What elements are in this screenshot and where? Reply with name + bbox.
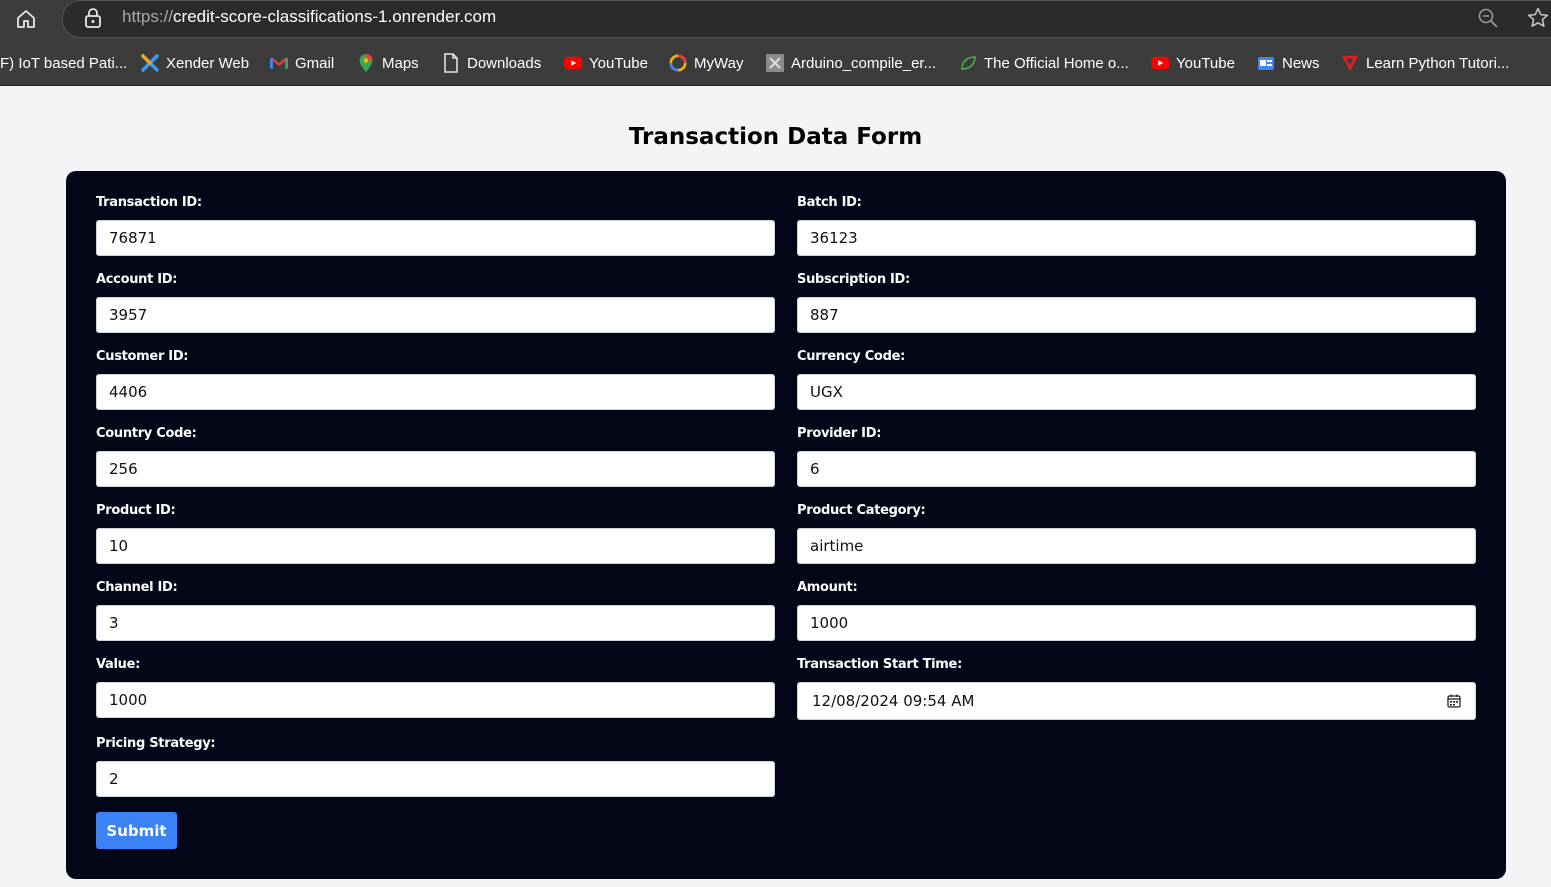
leaf-icon xyxy=(959,54,977,72)
pricing-strategy-input[interactable]: 2 xyxy=(96,761,775,797)
customer-id-input[interactable]: 4406 xyxy=(96,374,775,410)
product-category-input[interactable]: airtime xyxy=(797,528,1476,564)
xender-icon xyxy=(141,54,159,72)
bookmark-arduino[interactable]: Arduino_compile_er... xyxy=(766,41,936,85)
zoom-icon[interactable] xyxy=(1477,7,1499,29)
file-icon xyxy=(442,53,460,73)
product-id-label: Product ID: xyxy=(96,503,176,518)
bookmark-label: News xyxy=(1282,54,1320,72)
country-code-label: Country Code: xyxy=(96,426,197,441)
youtube-icon xyxy=(564,54,582,72)
bookmark-maps[interactable]: Maps xyxy=(357,41,419,85)
value-input[interactable]: 1000 xyxy=(96,682,775,718)
bookmark-gmail[interactable]: Gmail xyxy=(270,41,334,85)
amount-label: Amount: xyxy=(797,580,858,595)
batch-id-input[interactable]: 36123 xyxy=(797,220,1476,256)
bookmark-official-home[interactable]: The Official Home o... xyxy=(959,41,1129,85)
transaction-start-time-input[interactable]: 12/08/2024 09:54 AM xyxy=(797,682,1476,720)
customer-id-label: Customer ID: xyxy=(96,349,189,364)
account-id-input[interactable]: 3957 xyxy=(96,297,775,333)
channel-id-label: Channel ID: xyxy=(96,580,178,595)
lock-icon[interactable] xyxy=(82,7,104,29)
transaction-id-input[interactable]: 76871 xyxy=(96,220,775,256)
submit-button[interactable]: Submit xyxy=(96,812,177,849)
news-icon xyxy=(1257,54,1275,72)
bookmark-youtube-1[interactable]: YouTube xyxy=(564,41,648,85)
gmail-icon xyxy=(270,54,288,72)
pricing-strategy-label: Pricing Strategy: xyxy=(96,736,216,751)
account-id-label: Account ID: xyxy=(96,272,178,287)
country-code-input[interactable]: 256 xyxy=(96,451,775,487)
url-text[interactable]: https://credit-score-classifications-1.o… xyxy=(122,7,496,27)
currency-code-input[interactable]: UGX xyxy=(797,374,1476,410)
page-title: Transaction Data Form xyxy=(628,124,923,150)
product-category-label: Product Category: xyxy=(797,503,926,518)
bookmark-xender[interactable]: Xender Web xyxy=(141,41,249,85)
transaction-id-label: Transaction ID: xyxy=(96,195,202,210)
transaction-start-time-label: Transaction Start Time: xyxy=(797,657,962,672)
url-scheme: https:// xyxy=(122,7,174,26)
currency-code-label: Currency Code: xyxy=(797,349,905,364)
product-id-input[interactable]: 10 xyxy=(96,528,775,564)
subscription-id-input[interactable]: 887 xyxy=(797,297,1476,333)
bookmark-label: YouTube xyxy=(589,54,648,72)
favorite-star-icon[interactable] xyxy=(1526,6,1550,30)
bookmark-iot[interactable]: F) IoT based Pati... xyxy=(0,41,127,85)
bookmark-label: MyWay xyxy=(694,54,744,72)
channel-id-input[interactable]: 3 xyxy=(96,605,775,641)
bookmark-label: YouTube xyxy=(1176,54,1235,72)
maps-icon xyxy=(357,54,375,72)
bookmark-label: Gmail xyxy=(295,54,335,72)
calendar-icon[interactable] xyxy=(1447,694,1461,708)
youtube-icon xyxy=(1151,54,1169,72)
batch-id-label: Batch ID: xyxy=(797,195,862,210)
bookmark-label: Xender Web xyxy=(166,54,250,72)
datetime-value: 12/08/2024 09:54 AM xyxy=(812,692,975,710)
python-tutorial-icon xyxy=(1341,54,1359,72)
bookmark-downloads[interactable]: Downloads xyxy=(442,41,541,85)
bookmark-myway[interactable]: MyWay xyxy=(669,41,743,85)
myway-icon xyxy=(669,54,687,72)
bookmark-label: Downloads xyxy=(467,54,542,72)
bookmark-label: The Official Home o... xyxy=(984,54,1129,72)
arduino-icon xyxy=(766,54,784,72)
bookmark-youtube-2[interactable]: YouTube xyxy=(1151,41,1235,85)
home-icon[interactable] xyxy=(13,6,39,32)
bookmark-label: Arduino_compile_er... xyxy=(791,54,937,72)
bookmark-label: Learn Python Tutori... xyxy=(1366,54,1510,72)
provider-id-label: Provider ID: xyxy=(797,426,882,441)
bookmark-label: F) IoT based Pati... xyxy=(0,54,128,72)
browser-toolbar: https://credit-score-classifications-1.o… xyxy=(0,0,1551,41)
bookmark-learn-python[interactable]: Learn Python Tutori... xyxy=(1341,41,1509,85)
value-label: Value: xyxy=(96,657,141,672)
provider-id-input[interactable]: 6 xyxy=(797,451,1476,487)
subscription-id-label: Subscription ID: xyxy=(797,272,910,287)
bookmarks-bar: F) IoT based Pati... Xender Web Gmail Ma… xyxy=(0,41,1551,86)
bookmark-label: Maps xyxy=(382,54,419,72)
amount-input[interactable]: 1000 xyxy=(797,605,1476,641)
url-host: credit-score-classifications-1.onrender.… xyxy=(173,7,497,26)
bookmark-news[interactable]: News xyxy=(1257,41,1320,85)
